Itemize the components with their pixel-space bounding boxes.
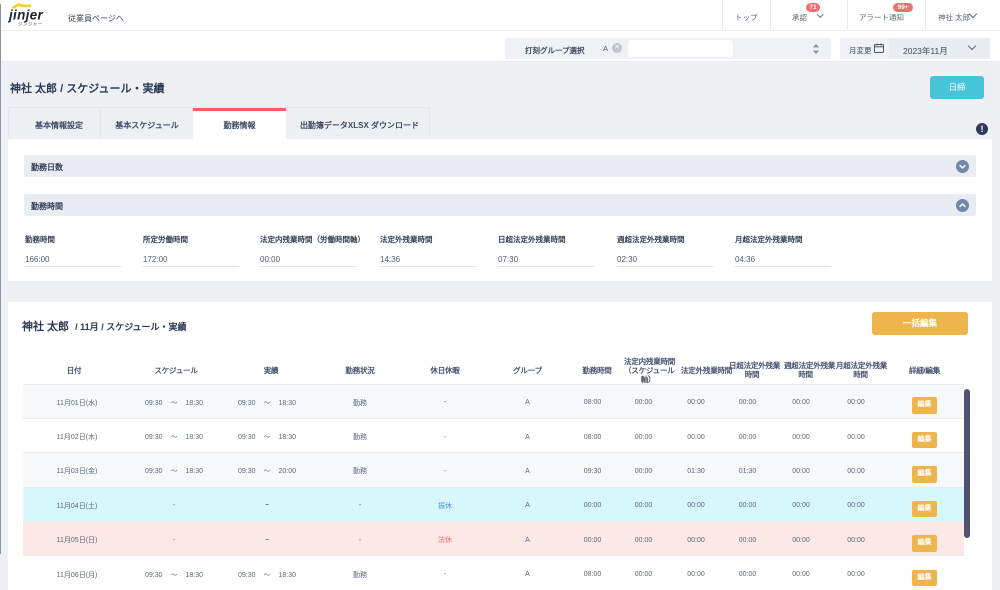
- svg-text:jinjer: jinjer: [8, 8, 44, 23]
- svg-text:ジンジャー: ジンジャー: [18, 22, 43, 27]
